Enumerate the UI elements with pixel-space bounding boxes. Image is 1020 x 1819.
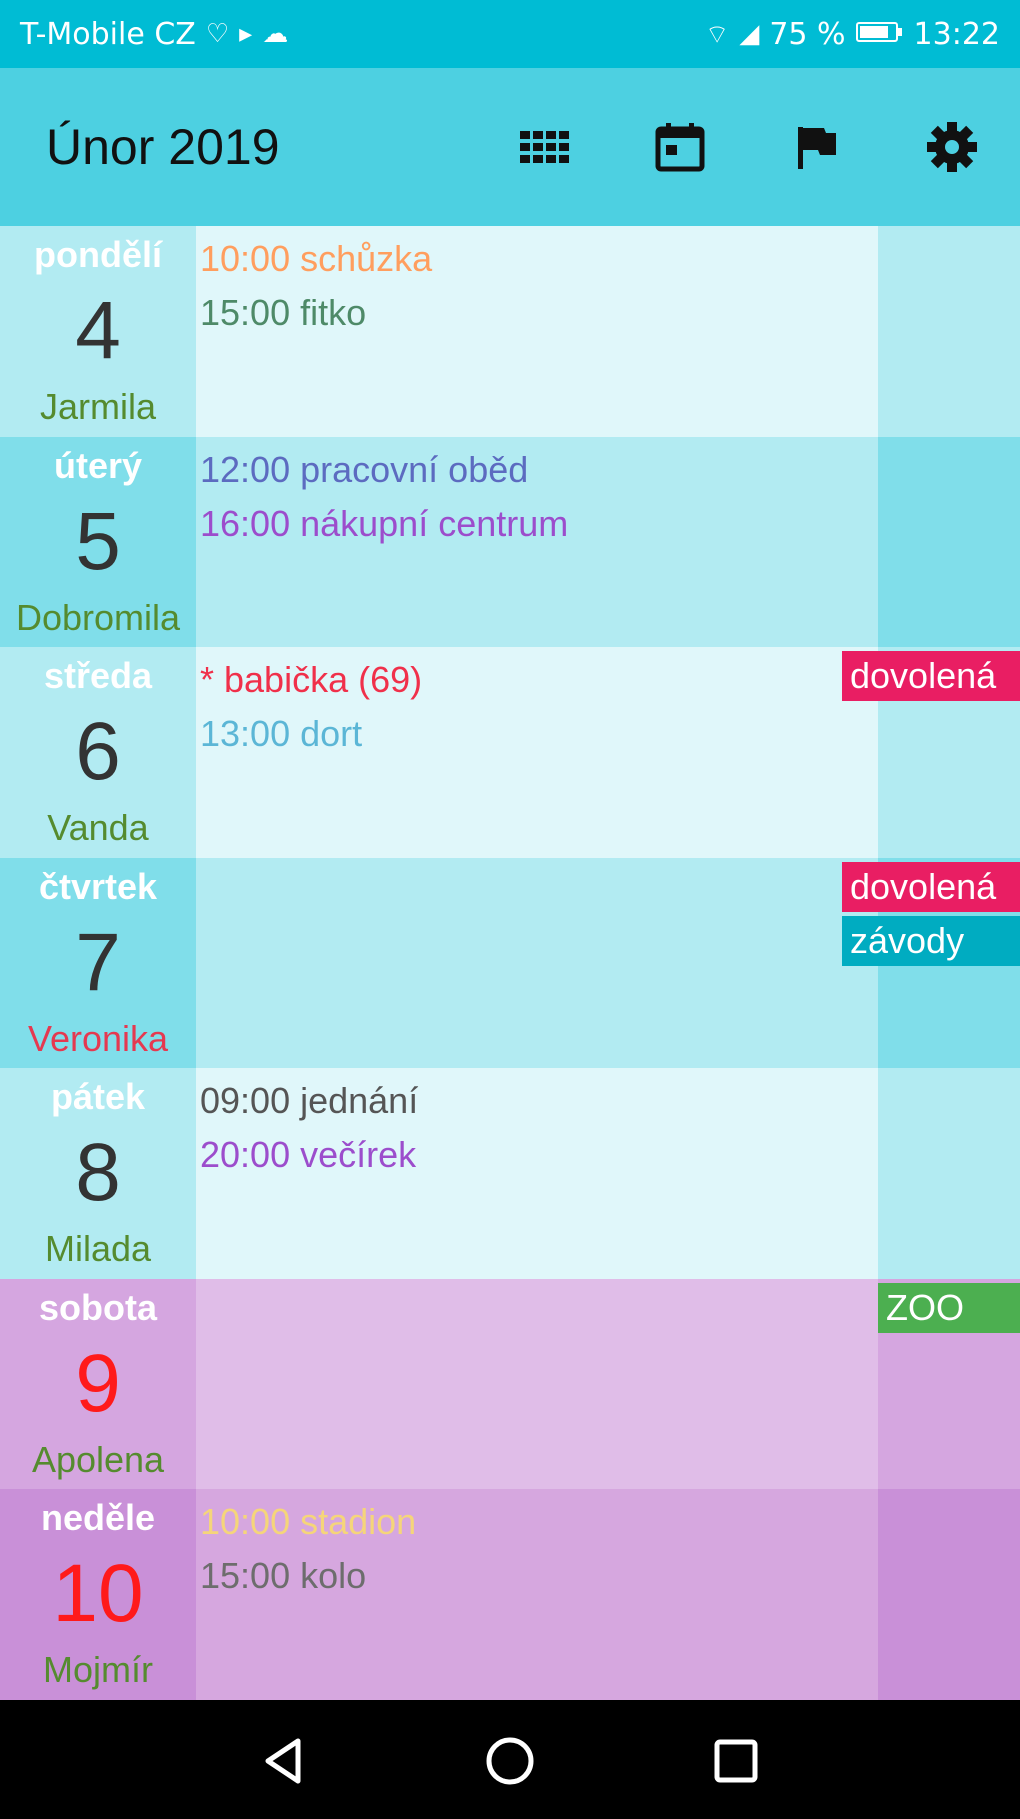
weekday-name: pátek (50, 1076, 146, 1117)
event-item[interactable]: 15:00 fitko (200, 286, 878, 340)
day-header[interactable]: úterý 5 Dobromila (0, 437, 196, 647)
day-row[interactable]: neděle 10 Mojmír 10:00 stadion 15:00 kolo (0, 1489, 1020, 1700)
day-number: 7 (75, 917, 121, 1008)
nameday-label: Apolena (31, 1439, 165, 1480)
event-item[interactable]: 20:00 večírek (200, 1128, 878, 1182)
day-row[interactable]: středa 6 Vanda * babička (69) 13:00 dort dovo… (0, 647, 1020, 858)
all-day-event-tag[interactable]: dovolená (842, 651, 1020, 701)
day-events-area[interactable] (196, 1279, 878, 1489)
day-header[interactable]: neděle 10 Mojmír (0, 1489, 196, 1700)
all-day-event-tag[interactable]: ZOO (878, 1283, 1020, 1333)
nameday-label: Jarmila (39, 386, 156, 427)
recent-apps-icon[interactable] (706, 1731, 766, 1791)
home-icon[interactable] (480, 1731, 540, 1791)
day-side-column (878, 1068, 1020, 1279)
weekday-name: neděle (40, 1497, 156, 1538)
event-item[interactable]: 15:00 kolo (200, 1549, 878, 1603)
nameday-label: Milada (44, 1228, 152, 1269)
event-item[interactable]: 13:00 dort (200, 707, 878, 761)
day-row[interactable]: sobota 9 Apolena ZOO (0, 1279, 1020, 1489)
calendar-today-icon[interactable] (652, 119, 708, 175)
weekday-name: úterý (53, 445, 143, 486)
event-item[interactable]: 16:00 nákupní centrum (200, 497, 878, 551)
gear-icon[interactable] (924, 119, 980, 175)
day-events-area[interactable]: 10:00 stadion 15:00 kolo (196, 1489, 878, 1700)
month-title[interactable]: Únor 2019 (46, 118, 280, 176)
day-header[interactable]: sobota 9 Apolena (0, 1279, 196, 1489)
day-number: 10 (52, 1548, 144, 1639)
day-row[interactable]: čtvrtek 7 Veronika dovolená závody (0, 858, 1020, 1068)
day-side-column (878, 437, 1020, 647)
battery-percent: 75 % (769, 16, 846, 52)
nameday-label: Vanda (47, 807, 149, 848)
day-number: 4 (75, 285, 121, 376)
event-item[interactable]: * babička (69) (200, 653, 878, 707)
all-day-event-tag[interactable]: závody (842, 916, 1020, 966)
day-events-area[interactable]: 12:00 pracovní oběd 16:00 nákupní centrum (196, 437, 878, 647)
event-item[interactable]: 10:00 schůzka (200, 232, 878, 286)
heart-icon: ♡ (205, 19, 230, 49)
flag-icon[interactable] (788, 119, 844, 175)
day-header[interactable]: středa 6 Vanda (0, 647, 196, 858)
event-item[interactable]: 10:00 stadion (200, 1495, 878, 1549)
day-events-area[interactable]: 10:00 schůzka 15:00 fitko (196, 226, 878, 437)
day-row[interactable]: pondělí 4 Jarmila 10:00 schůzka 15:00 fitko (0, 226, 1020, 437)
week-day-list: pondělí 4 Jarmila 10:00 schůzka 15:00 fitko ú… (0, 226, 1020, 1702)
day-header[interactable]: čtvrtek 7 Veronika (0, 858, 196, 1068)
day-events-area[interactable] (196, 858, 878, 1068)
back-icon[interactable] (254, 1731, 314, 1791)
weekday-name: sobota (38, 1287, 157, 1328)
day-side-column (878, 226, 1020, 437)
weekday-name: pondělí (34, 234, 162, 275)
carrier-name: T-Mobile CZ (20, 16, 196, 52)
day-row[interactable]: úterý 5 Dobromila 12:00 pracovní oběd 16:00 … (0, 437, 1020, 647)
nameday-label: Mojmír (43, 1649, 153, 1690)
day-header[interactable]: pátek 8 Milada (0, 1068, 196, 1279)
cloud-icon: ☁ (262, 19, 289, 49)
day-header[interactable]: pondělí 4 Jarmila (0, 226, 196, 437)
battery-icon (855, 17, 904, 52)
wifi-icon: ⌔ (704, 19, 730, 50)
event-item[interactable]: 12:00 pracovní oběd (200, 443, 878, 497)
cast-icon: ▸ (239, 19, 253, 49)
day-side-column (878, 1489, 1020, 1700)
signal-icon: ◢ (739, 19, 760, 49)
grid-icon[interactable] (516, 119, 572, 175)
day-row[interactable]: pátek 8 Milada 09:00 jednání 20:00 večírek (0, 1068, 1020, 1279)
nameday-label: Dobromila (15, 597, 181, 638)
status-bar: T-Mobile CZ ♡ ▸ ☁ ⌔ ◢ 75 % 13:22 (0, 0, 1020, 68)
weekday-name: středa (43, 655, 153, 696)
nameday-label: Veronika (27, 1018, 169, 1059)
day-number: 6 (75, 706, 121, 797)
day-events-area[interactable]: 09:00 jednání 20:00 večírek (196, 1068, 878, 1279)
day-number: 5 (75, 496, 121, 587)
event-item[interactable]: 09:00 jednání (200, 1074, 878, 1128)
navigation-bar (0, 1702, 1020, 1819)
day-number: 8 (75, 1127, 121, 1218)
day-events-area[interactable]: * babička (69) 13:00 dort (196, 647, 878, 858)
all-day-event-tag[interactable]: dovolená (842, 862, 1020, 912)
weekday-name: čtvrtek (38, 866, 158, 907)
clock: 13:22 (913, 16, 1000, 52)
app-bar: Únor 2019 (0, 68, 1020, 226)
day-number: 9 (75, 1338, 121, 1429)
